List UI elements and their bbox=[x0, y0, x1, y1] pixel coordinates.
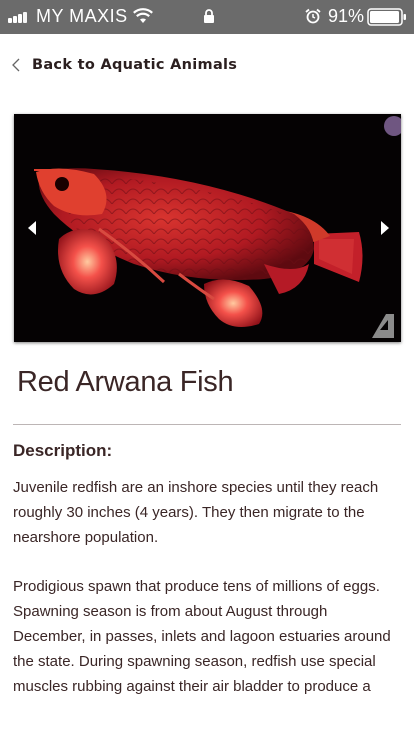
battery-percent: 91% bbox=[328, 6, 365, 26]
carrier-name: MY MAXIS bbox=[36, 6, 128, 26]
signal-icon bbox=[8, 11, 30, 23]
red-arowana-image bbox=[14, 114, 401, 342]
divider bbox=[13, 424, 401, 425]
arrow-right-icon[interactable] bbox=[378, 218, 392, 238]
arrow-left-icon[interactable] bbox=[25, 218, 39, 238]
chevron-left-icon bbox=[12, 58, 20, 72]
status-bar: MY MAXIS 91% bbox=[0, 0, 414, 34]
product-image-gallery[interactable] bbox=[14, 114, 401, 342]
wifi-icon bbox=[133, 8, 153, 23]
description-paragraph-2: Prodigious spawn that produce tens of mi… bbox=[13, 578, 391, 695]
description-heading: Description: bbox=[13, 441, 113, 460]
description-paragraph-1: Juvenile redfish are an inshore species … bbox=[13, 479, 379, 546]
alarm-icon bbox=[305, 8, 321, 24]
product-title: Red Arwana Fish bbox=[17, 366, 234, 398]
battery-icon bbox=[367, 8, 406, 26]
back-link-label: Back to Aquatic Animals bbox=[32, 57, 238, 73]
lock-icon bbox=[204, 9, 214, 23]
back-to-aquatic-animals-link[interactable]: Back to Aquatic Animals bbox=[10, 54, 237, 76]
